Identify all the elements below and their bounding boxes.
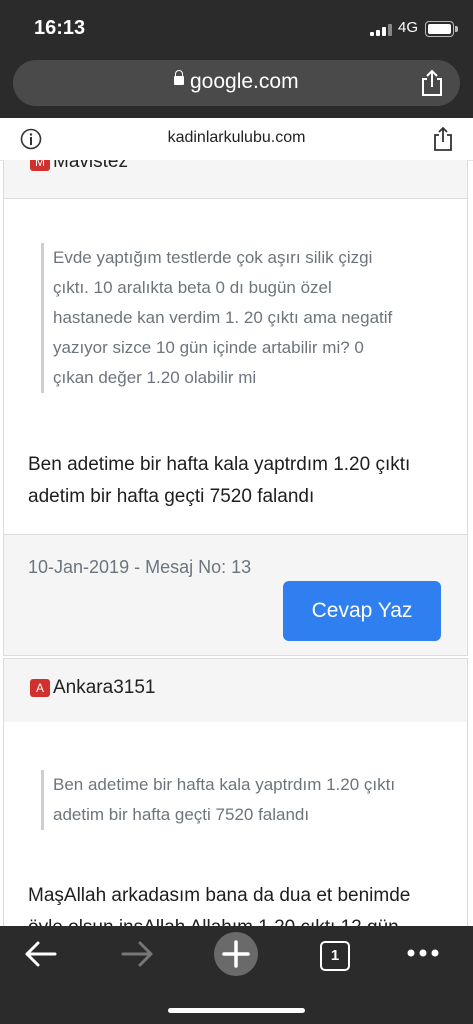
username[interactable]: Mavistez: [53, 160, 128, 172]
user-badge: A: [30, 679, 50, 697]
post-header: A Ankara3151: [3, 658, 468, 724]
status-time: 16:13: [34, 17, 86, 39]
post-footer: 10-Jan-2019 - Mesaj No: 13 Cevap Yaz: [3, 534, 468, 656]
username[interactable]: Ankara3151: [53, 677, 155, 698]
new-tab-plus-icon[interactable]: [213, 931, 259, 977]
post-body: Evde yaptığım testlerde çok aşırı silik …: [3, 199, 468, 535]
network-type: 4G: [398, 19, 419, 36]
post-body: Ben adetime bir hafta kala yaptrdım 1.20…: [3, 722, 468, 943]
share-icon[interactable]: [432, 126, 454, 152]
post-header: M Mavistez: [3, 160, 468, 199]
url-text[interactable]: google.com: [190, 70, 299, 94]
more-icon[interactable]: [405, 947, 441, 959]
signal-icon: [370, 24, 392, 36]
forward-arrow-icon[interactable]: [120, 938, 156, 970]
message-text: Ben adetime bir hafta kala yaptrdım 1.20…: [28, 454, 411, 507]
quoted-message: Ben adetime bir hafta kala yaptrdım 1.20…: [41, 770, 408, 830]
back-arrow-icon[interactable]: [22, 938, 58, 970]
reply-button[interactable]: Cevap Yaz: [283, 581, 441, 641]
quoted-message: Evde yaptığım testlerde çok aşırı silik …: [41, 243, 408, 393]
user-badge: M: [30, 160, 50, 171]
post-meta: 10-Jan-2019 - Mesaj No: 13: [28, 557, 252, 577]
site-domain: kadinlarkulubu.com: [167, 129, 306, 146]
battery-nub: [455, 26, 458, 32]
lock-icon: [174, 70, 184, 85]
battery-icon: [425, 21, 454, 37]
share-icon[interactable]: [418, 68, 446, 98]
tabs-icon[interactable]: 1: [320, 941, 350, 971]
home-indicator: [168, 1008, 305, 1013]
